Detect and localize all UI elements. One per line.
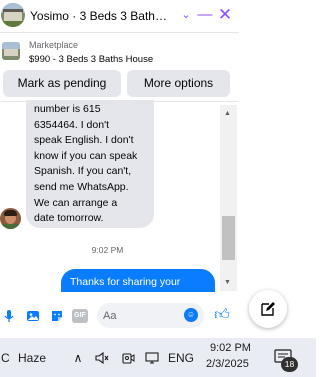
message-timestamp: 9:02 PM xyxy=(91,245,124,255)
more-options-button[interactable]: More options xyxy=(127,70,230,97)
sender-avatar[interactable] xyxy=(0,208,21,229)
minimize-icon[interactable]: — xyxy=(197,5,213,25)
chat-header: Yosimo · 3 Beds 3 Baths H... ⌄ — ✕ xyxy=(0,0,239,33)
outgoing-message-text: Thanks for sharing your xyxy=(70,276,181,288)
emoji-icon[interactable]: ☺ xyxy=(184,308,198,322)
scrollbar-thumb[interactable] xyxy=(222,216,235,260)
language-indicator[interactable]: ENG xyxy=(168,351,194,365)
clock-time[interactable]: 9:02 PM xyxy=(210,342,251,354)
clock-date[interactable]: 2/3/2025 xyxy=(206,358,249,370)
scroll-up-arrow[interactable]: ▲ xyxy=(224,110,231,117)
scroll-down-arrow[interactable]: ▼ xyxy=(224,279,231,286)
gif-icon[interactable]: GIF xyxy=(72,309,88,323)
chat-title[interactable]: Yosimo · 3 Beds 3 Baths H... xyxy=(30,9,172,23)
microphone-icon[interactable] xyxy=(2,309,16,323)
listing-thumbnail xyxy=(2,42,20,60)
sticker-icon[interactable] xyxy=(50,309,64,323)
marketplace-label: Marketplace xyxy=(29,40,79,50)
chevron-up-icon[interactable]: ∧ xyxy=(70,350,86,366)
compose-icon xyxy=(261,302,275,316)
volume-icon[interactable] xyxy=(94,350,110,366)
notification-badge: 18 xyxy=(281,357,298,372)
message-input[interactable] xyxy=(103,307,183,324)
chat-window: Yosimo · 3 Beds 3 Baths H... ⌄ — ✕ Marke… xyxy=(0,0,239,338)
camera-icon[interactable] xyxy=(120,350,136,366)
image-icon[interactable] xyxy=(26,309,40,323)
incoming-message-text: number is 615 6354464. I don't speak Eng… xyxy=(34,103,138,225)
weather-temperature[interactable]: C xyxy=(1,351,10,365)
scrollbar-track[interactable] xyxy=(220,105,237,291)
close-icon[interactable]: ✕ xyxy=(217,5,233,25)
network-icon[interactable] xyxy=(144,350,160,366)
chat-avatar[interactable] xyxy=(1,3,25,27)
like-icon[interactable]: 👍︎ xyxy=(212,305,232,325)
chevron-down-icon[interactable]: ⌄ xyxy=(178,5,194,25)
mark-as-pending-button[interactable]: Mark as pending xyxy=(3,70,121,97)
listing-title[interactable]: $990 - 3 Beds 3 Baths House xyxy=(29,54,153,65)
weather-condition[interactable]: Haze xyxy=(18,351,46,365)
compose-button[interactable] xyxy=(249,290,287,328)
